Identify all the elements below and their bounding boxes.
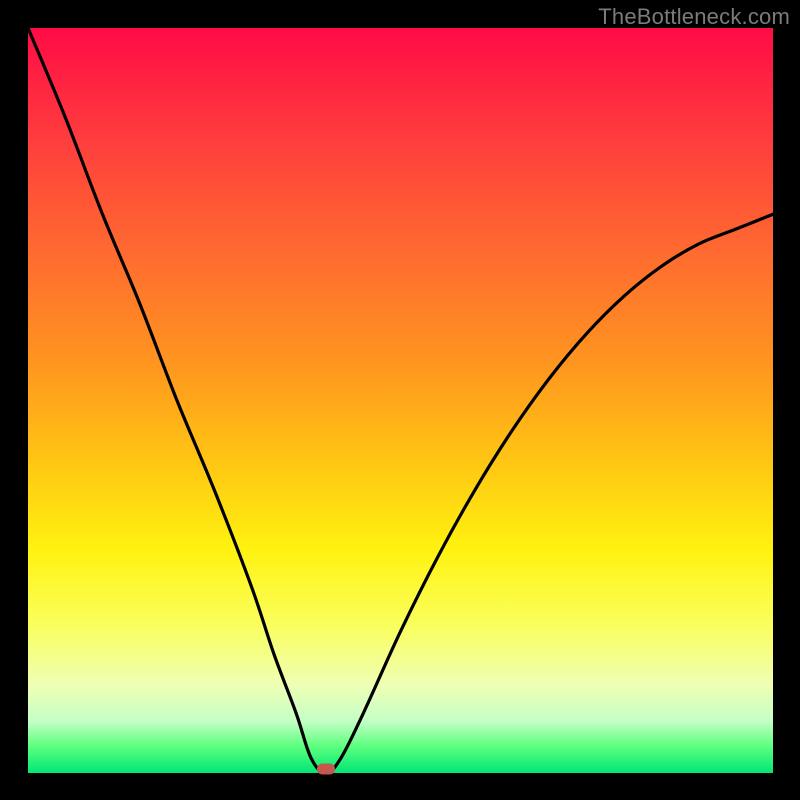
- bottleneck-curve: [28, 28, 773, 773]
- plot-area: [28, 28, 773, 773]
- minimum-marker: [317, 764, 335, 775]
- curve-svg: [28, 28, 773, 773]
- watermark-text: TheBottleneck.com: [598, 4, 790, 30]
- chart-frame: TheBottleneck.com: [0, 0, 800, 800]
